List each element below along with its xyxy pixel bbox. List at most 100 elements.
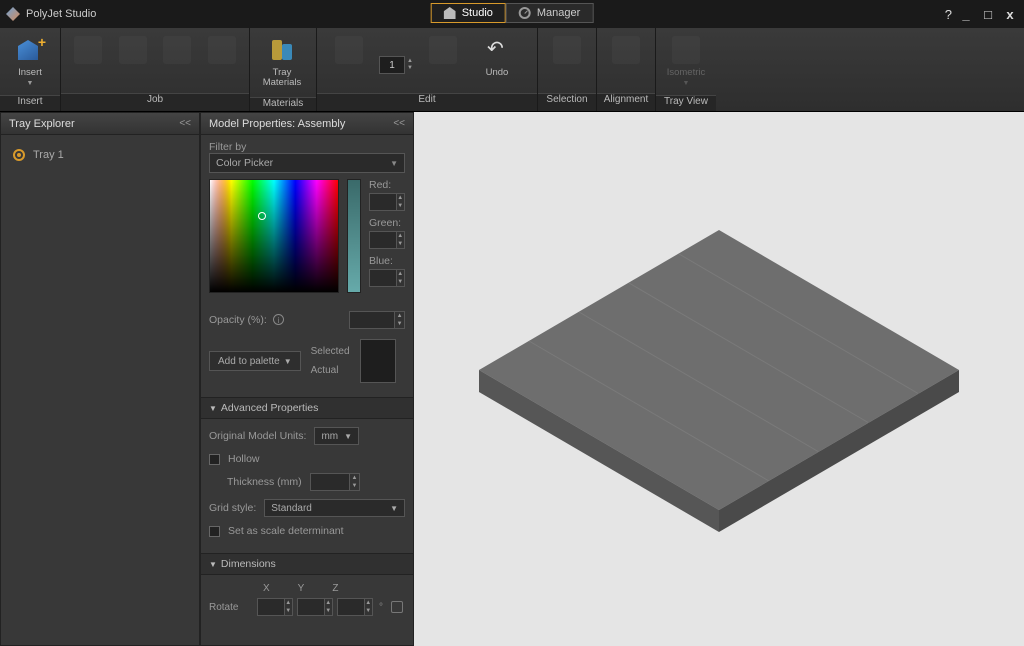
dimensions-header[interactable]: ▼ Dimensions <box>201 553 413 575</box>
dimensions-label: Dimensions <box>221 558 276 570</box>
quantity-control: ▲▼ <box>379 32 413 74</box>
filter-by-value: Color Picker <box>216 157 273 169</box>
opacity-spinner[interactable]: ▲▼ <box>395 311 405 329</box>
mode-studio-button[interactable]: Studio <box>431 3 506 23</box>
studio-icon <box>444 7 456 19</box>
generic-icon <box>429 36 457 64</box>
tray-materials-icon <box>268 36 296 64</box>
manager-icon <box>519 7 531 19</box>
model-properties-panel: Model Properties: Assembly << Filter by … <box>200 112 414 646</box>
advanced-properties-header[interactable]: ▼ Advanced Properties <box>201 397 413 419</box>
undo-button[interactable]: Undo <box>473 32 521 82</box>
generic-icon <box>163 36 191 64</box>
insert-button[interactable]: Insert ▼ <box>8 32 52 91</box>
insert-icon <box>16 36 44 64</box>
rotate-z-input[interactable] <box>337 598 365 616</box>
chevron-down-icon: ▼ <box>344 432 352 441</box>
undo-label: Undo <box>486 68 509 78</box>
quantity-input[interactable] <box>379 56 405 74</box>
maximize-button[interactable]: □ <box>980 7 996 22</box>
quantity-spinner[interactable]: ▲▼ <box>407 58 413 72</box>
actual-label: Actual <box>311 365 350 376</box>
color-saturation-picker[interactable] <box>209 179 339 293</box>
original-units-label: Original Model Units: <box>209 430 306 442</box>
grid-style-select[interactable]: Standard ▼ <box>264 499 405 517</box>
chevron-down-icon: ▼ <box>390 159 398 168</box>
green-input[interactable] <box>369 231 397 249</box>
mode-studio-label: Studio <box>462 7 493 19</box>
green-spinner[interactable]: ▲▼ <box>397 231 405 249</box>
thickness-spinner[interactable]: ▲▼ <box>350 473 359 491</box>
blue-input[interactable] <box>369 269 397 287</box>
mode-switcher: Studio Manager <box>431 3 594 23</box>
generic-icon <box>208 36 236 64</box>
rotate-z-spinner[interactable]: ▲▼ <box>365 598 373 616</box>
thickness-input[interactable] <box>310 473 351 491</box>
filter-by-select[interactable]: Color Picker ▼ <box>209 153 405 173</box>
axis-z-label: Z <box>332 583 338 594</box>
opacity-input[interactable] <box>349 311 395 329</box>
ribbon-group-selection-label: Selection <box>538 93 596 111</box>
tray-materials-label: Tray Materials <box>260 68 304 89</box>
isometric-label: Isometric <box>667 68 706 78</box>
color-swatch <box>360 339 396 383</box>
tray-item[interactable]: Tray 1 <box>9 141 191 169</box>
undo-icon <box>483 36 511 64</box>
selected-label: Selected <box>311 346 350 357</box>
ribbon-group-alignment-label: Alignment <box>597 93 655 111</box>
window-controls: ? _ □ x <box>945 7 1018 22</box>
minimize-button[interactable]: _ <box>958 7 974 22</box>
add-to-palette-label: Add to palette <box>218 356 280 367</box>
axis-x-label: X <box>263 583 270 594</box>
ribbon-group-insert-label: Insert <box>0 95 60 111</box>
chevron-down-icon: ▼ <box>209 560 217 569</box>
color-hue-slider[interactable] <box>347 179 361 293</box>
rotate-x-spinner[interactable]: ▲▼ <box>285 598 293 616</box>
blue-spinner[interactable]: ▲▼ <box>397 269 405 287</box>
collapse-button[interactable]: << <box>393 118 405 129</box>
generic-icon <box>612 36 640 64</box>
lock-icon[interactable] <box>391 601 403 613</box>
generic-icon <box>119 36 147 64</box>
title-bar: PolyJet Studio Studio Manager ? _ □ x <box>0 0 1024 28</box>
model-properties-title: Model Properties: Assembly <box>209 118 345 130</box>
collapse-button[interactable]: << <box>179 118 191 129</box>
original-units-select[interactable]: mm ▼ <box>314 427 359 445</box>
mode-manager-button[interactable]: Manager <box>506 3 593 23</box>
job-button-4 <box>203 32 242 82</box>
job-button-3 <box>158 32 197 82</box>
red-spinner[interactable]: ▲▼ <box>397 193 405 211</box>
viewport-3d[interactable] <box>414 112 1024 646</box>
hollow-label: Hollow <box>228 453 260 465</box>
add-to-palette-button[interactable]: Add to palette ▼ <box>209 351 301 371</box>
target-icon <box>13 149 25 161</box>
isometric-button: Isometric ▼ <box>664 32 708 91</box>
mode-manager-label: Manager <box>537 7 580 19</box>
model-properties-header: Model Properties: Assembly << <box>201 113 413 135</box>
tray-item-label: Tray 1 <box>33 149 64 161</box>
tray-explorer-title: Tray Explorer <box>9 118 75 130</box>
insert-label: Insert <box>18 68 42 78</box>
generic-icon <box>74 36 102 64</box>
build-tray[interactable] <box>469 220 969 560</box>
blue-label: Blue: <box>369 255 405 267</box>
color-picker-handle[interactable] <box>258 212 266 220</box>
chevron-down-icon: ▼ <box>27 80 34 87</box>
ribbon-group-trayview-label: Tray View <box>656 95 716 111</box>
ribbon-group-job-label: Job <box>61 93 249 111</box>
rotate-y-spinner[interactable]: ▲▼ <box>325 598 333 616</box>
isometric-icon <box>672 36 700 64</box>
tray-explorer-panel: Tray Explorer << Tray 1 <box>0 112 200 646</box>
red-input[interactable] <box>369 193 397 211</box>
rotate-x-input[interactable] <box>257 598 285 616</box>
original-units-value: mm <box>321 431 338 442</box>
close-button[interactable]: x <box>1002 7 1018 22</box>
job-button-2 <box>114 32 153 82</box>
help-button[interactable]: ? <box>945 7 952 22</box>
app-logo-icon <box>6 7 20 21</box>
scale-determinant-checkbox[interactable] <box>209 526 220 537</box>
rotate-y-input[interactable] <box>297 598 325 616</box>
hollow-checkbox[interactable] <box>209 454 220 465</box>
tray-materials-button[interactable]: Tray Materials <box>258 32 306 93</box>
info-icon[interactable]: i <box>273 314 284 325</box>
